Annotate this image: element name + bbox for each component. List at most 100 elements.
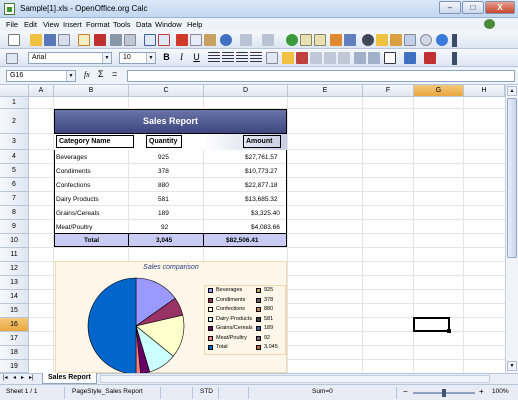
column-header-c[interactable]: C [129, 85, 204, 97]
update-icon[interactable] [484, 19, 495, 29]
select-all-corner[interactable] [0, 85, 29, 97]
vertical-scrollbar[interactable]: ▲ ▼ [505, 85, 518, 373]
hyperlink-icon[interactable] [286, 34, 298, 46]
menu-help[interactable]: Help [187, 20, 202, 29]
row-header[interactable]: 3 [0, 134, 29, 150]
column-header-b[interactable]: B [54, 85, 129, 97]
row-header[interactable]: 9 [0, 220, 29, 234]
chevron-down-icon[interactable]: ▼ [66, 71, 75, 81]
pivot-table-icon[interactable] [344, 34, 356, 46]
paste-icon[interactable] [204, 34, 216, 46]
row-header[interactable]: 19 [0, 360, 29, 373]
edit-file-icon[interactable] [78, 34, 90, 46]
selected-cell-cursor[interactable] [413, 317, 450, 332]
row-header[interactable]: 5 [0, 164, 29, 178]
gallery-icon[interactable] [390, 34, 402, 46]
navigator-icon[interactable] [376, 34, 388, 46]
align-left-icon[interactable] [208, 52, 220, 64]
sort-descending-icon[interactable] [314, 34, 326, 46]
percent-format-icon[interactable] [296, 52, 308, 64]
delete-decimal-icon[interactable] [338, 52, 350, 64]
row-header[interactable]: 11 [0, 248, 29, 262]
row-header[interactable]: 12 [0, 262, 29, 276]
increase-indent-icon[interactable] [368, 52, 380, 64]
menu-file[interactable]: File [6, 20, 18, 29]
number-format-icon[interactable] [310, 52, 322, 64]
row-header[interactable]: 6 [0, 178, 29, 192]
function-button[interactable]: = [112, 69, 117, 79]
column-header-h[interactable]: H [464, 85, 505, 97]
menu-view[interactable]: View [43, 20, 59, 29]
zoom-level[interactable]: 100% [492, 388, 509, 395]
add-decimal-icon[interactable] [324, 52, 336, 64]
align-center-icon[interactable] [222, 52, 234, 64]
row-header[interactable]: 8 [0, 206, 29, 220]
menu-format[interactable]: Format [86, 20, 110, 29]
row-header[interactable]: 1 [0, 97, 29, 109]
selection-mode[interactable]: STD [200, 388, 213, 395]
help-icon[interactable] [436, 34, 448, 46]
format-paintbrush-icon[interactable] [220, 34, 232, 46]
row-header[interactable]: 10 [0, 234, 29, 248]
menu-edit[interactable]: Edit [24, 20, 37, 29]
print-icon[interactable] [110, 34, 122, 46]
font-size-box[interactable]: 10 ▼ [119, 52, 156, 64]
next-sheet-icon[interactable]: ▸ [21, 374, 24, 381]
zoom-out-button[interactable]: − [403, 387, 408, 396]
menu-data[interactable]: Data [136, 20, 152, 29]
font-name-box[interactable]: Arial ▼ [28, 52, 112, 64]
column-header-f[interactable]: F [363, 85, 414, 97]
find-replace-icon[interactable] [362, 34, 374, 46]
name-box[interactable]: G16 ▼ [6, 70, 76, 82]
row-header[interactable]: 7 [0, 192, 29, 206]
cut-icon[interactable] [176, 34, 188, 46]
scroll-up-arrow[interactable]: ▲ [507, 86, 517, 96]
undo-icon[interactable] [240, 34, 252, 46]
row-header[interactable]: 15 [0, 304, 29, 318]
close-button[interactable]: X [485, 1, 515, 14]
justify-icon[interactable] [250, 52, 262, 64]
bold-button[interactable]: B [160, 51, 173, 64]
horizontal-scrollbar[interactable] [100, 375, 490, 383]
chart-frame[interactable]: Sales comparison Beverages 925 Condiments 3… [55, 261, 287, 373]
page-style[interactable]: PageStyle_Sales Report [72, 388, 143, 395]
fill-handle[interactable] [447, 329, 451, 333]
formula-input[interactable] [127, 70, 515, 82]
decrease-indent-icon[interactable] [354, 52, 366, 64]
background-color-icon[interactable] [404, 52, 416, 64]
row-header[interactable]: 18 [0, 346, 29, 360]
row-header[interactable]: 16 [0, 318, 29, 332]
column-header-g[interactable]: G [414, 85, 464, 97]
align-right-icon[interactable] [236, 52, 248, 64]
last-sheet-icon[interactable]: ▸| [29, 374, 34, 381]
styles-icon[interactable] [6, 53, 18, 64]
sheet-tab-sales-report[interactable]: Sales Report [42, 373, 97, 384]
export-pdf-icon[interactable] [94, 34, 106, 46]
zoom-in-button[interactable]: + [479, 387, 484, 396]
email-icon[interactable] [58, 34, 70, 46]
chevron-down-icon[interactable]: ▼ [146, 53, 155, 63]
sort-ascending-icon[interactable] [300, 34, 312, 46]
row-header[interactable]: 17 [0, 332, 29, 346]
column-header-a[interactable]: A [29, 85, 54, 97]
menu-tools[interactable]: Tools [113, 20, 131, 29]
row-header[interactable]: 14 [0, 290, 29, 304]
maximize-button[interactable]: □ [462, 1, 484, 14]
scroll-down-arrow[interactable]: ▼ [507, 361, 517, 371]
first-sheet-icon[interactable]: |◂ [3, 374, 8, 381]
menu-window[interactable]: Window [155, 20, 182, 29]
data-sources-icon[interactable] [404, 34, 416, 46]
function-wizard-button[interactable]: fx [84, 70, 90, 79]
open-folder-icon[interactable] [30, 34, 42, 46]
currency-format-icon[interactable] [282, 52, 294, 64]
copy-icon[interactable] [190, 34, 202, 46]
column-header-d[interactable]: D [204, 85, 288, 97]
row-header[interactable]: 13 [0, 276, 29, 290]
row-header[interactable]: 4 [0, 150, 29, 164]
save-icon[interactable] [44, 34, 56, 46]
zoom-slider-thumb[interactable] [442, 389, 446, 397]
autospellcheck-icon[interactable] [158, 34, 170, 46]
font-color-icon[interactable] [424, 52, 436, 64]
redo-icon[interactable] [262, 34, 274, 46]
column-header-e[interactable]: E [288, 85, 363, 97]
